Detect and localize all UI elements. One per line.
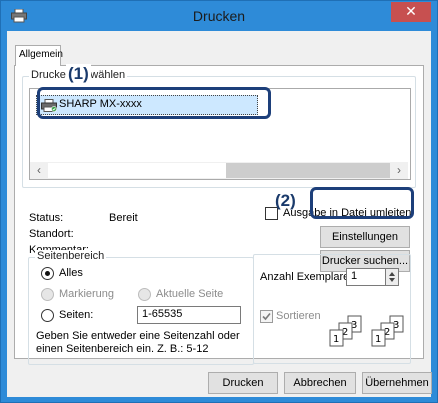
copies-count-label: Anzahl Exemplare: xyxy=(260,271,353,283)
copies-count-input[interactable]: 1 xyxy=(346,268,386,286)
close-button[interactable]: ✕ xyxy=(391,2,431,22)
horizontal-scrollbar[interactable]: ‹ › xyxy=(30,162,408,179)
callout-2: (2) xyxy=(275,191,296,210)
scroll-track[interactable] xyxy=(226,163,390,178)
status-label: Status: xyxy=(29,212,64,224)
print-button[interactable]: Drucken xyxy=(208,372,278,394)
tab-general[interactable]: Allgemein xyxy=(15,45,63,66)
svg-text:1: 1 xyxy=(333,334,339,345)
radio-all-label: Alles xyxy=(59,267,83,279)
status-value: Bereit xyxy=(109,212,138,224)
collate-pages-icon: 3 2 1 xyxy=(329,315,362,347)
callout-1: (1) xyxy=(66,64,91,84)
scroll-thumb[interactable] xyxy=(48,163,226,178)
collate-label: Sortieren xyxy=(276,310,321,322)
page-range-hint-line1: Geben Sie entweder eine Seitenzahl oder xyxy=(36,330,240,342)
title-bar[interactable]: Drucken ✕ xyxy=(1,1,437,31)
cancel-button[interactable]: Abbrechen xyxy=(284,372,356,394)
collate-checkbox[interactable] xyxy=(260,310,273,323)
radio-pages[interactable] xyxy=(41,309,54,322)
apply-button[interactable]: Übernehmen xyxy=(362,372,432,394)
scroll-left-icon[interactable]: ‹ xyxy=(31,163,47,178)
close-icon: ✕ xyxy=(405,3,417,19)
check-icon xyxy=(262,312,271,321)
page-range-hint-line2: einen Seitenbereich ein. Z. B.: 5-12 xyxy=(36,343,209,355)
highlight-printer xyxy=(37,87,271,119)
settings-button[interactable]: Einstellungen xyxy=(320,226,410,248)
page-range-label: Seitenbereich xyxy=(35,250,107,262)
radio-selection-label: Markierung xyxy=(59,288,115,300)
radio-selection[interactable] xyxy=(41,288,54,301)
pages-input[interactable]: 1-65535 xyxy=(137,306,241,324)
collate-pages-icon: 3 2 1 xyxy=(371,315,404,347)
scroll-right-icon[interactable]: › xyxy=(391,163,407,178)
copies-spinner[interactable] xyxy=(385,268,399,286)
radio-current-page[interactable] xyxy=(138,288,151,301)
radio-all[interactable] xyxy=(41,267,54,280)
window-title: Drucken xyxy=(192,8,246,24)
radio-pages-label: Seiten: xyxy=(59,309,94,321)
highlight-settings xyxy=(310,187,414,219)
location-label: Standort: xyxy=(29,228,74,240)
radio-current-page-label: Aktuelle Seite xyxy=(156,288,224,300)
svg-text:1: 1 xyxy=(375,334,381,345)
